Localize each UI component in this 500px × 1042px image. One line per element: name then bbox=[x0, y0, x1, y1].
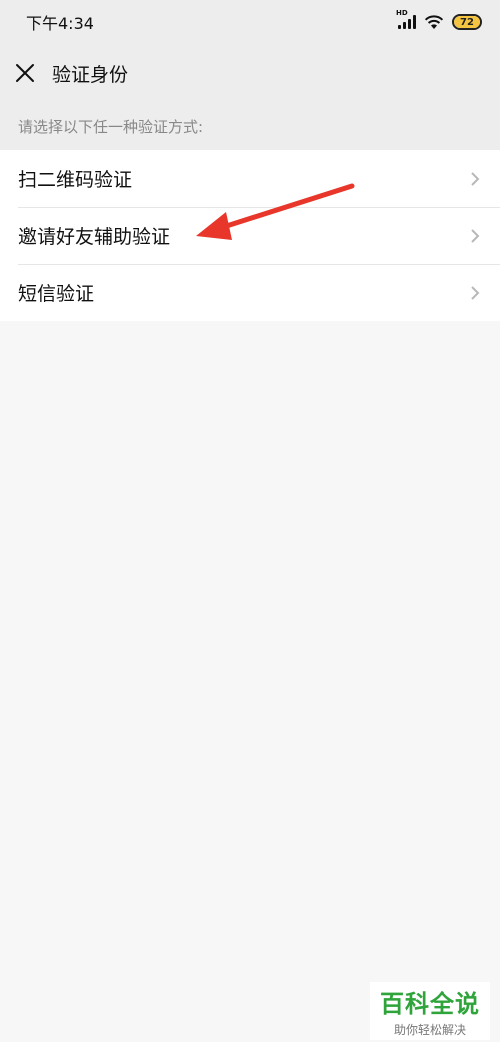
option-friend-assist[interactable]: 邀请好友辅助验证 bbox=[0, 207, 500, 264]
chevron-right-icon bbox=[470, 227, 482, 245]
option-label: 短信验证 bbox=[18, 283, 95, 305]
status-time: 下午4:34 bbox=[26, 14, 94, 33]
verification-options-list: 扫二维码验证 邀请好友辅助验证 短信验证 bbox=[0, 150, 500, 321]
option-label: 扫二维码验证 bbox=[18, 169, 133, 191]
watermark-subtitle: 助你轻松解决 bbox=[393, 1023, 466, 1037]
watermark-logo: 百科全说 助你轻松解决 bbox=[370, 982, 490, 1040]
signal-icon: HD bbox=[396, 9, 416, 29]
chevron-right-icon bbox=[470, 170, 482, 188]
close-icon[interactable] bbox=[14, 62, 36, 84]
watermark-title: 百科全说 bbox=[380, 990, 480, 1018]
option-label: 邀请好友辅助验证 bbox=[18, 226, 171, 248]
status-bar: 下午4:34 HD 72 bbox=[0, 0, 500, 44]
nav-header: 验证身份 bbox=[0, 44, 500, 102]
wifi-icon bbox=[424, 15, 444, 29]
page-title: 验证身份 bbox=[52, 63, 129, 86]
battery-level: 72 bbox=[460, 16, 474, 28]
screen: 下午4:34 HD 72 验证身份 请选择以下任一种验证方式: 扫二维码验证 邀… bbox=[0, 0, 500, 1042]
option-scan-qr[interactable]: 扫二维码验证 bbox=[0, 150, 500, 207]
hd-label: HD bbox=[396, 9, 408, 17]
status-icons: HD 72 bbox=[396, 9, 482, 30]
empty-content-area bbox=[0, 321, 500, 1042]
instruction-text: 请选择以下任一种验证方式: bbox=[0, 102, 500, 150]
option-sms[interactable]: 短信验证 bbox=[0, 264, 500, 321]
battery-icon: 72 bbox=[452, 14, 482, 30]
chevron-right-icon bbox=[470, 284, 482, 302]
